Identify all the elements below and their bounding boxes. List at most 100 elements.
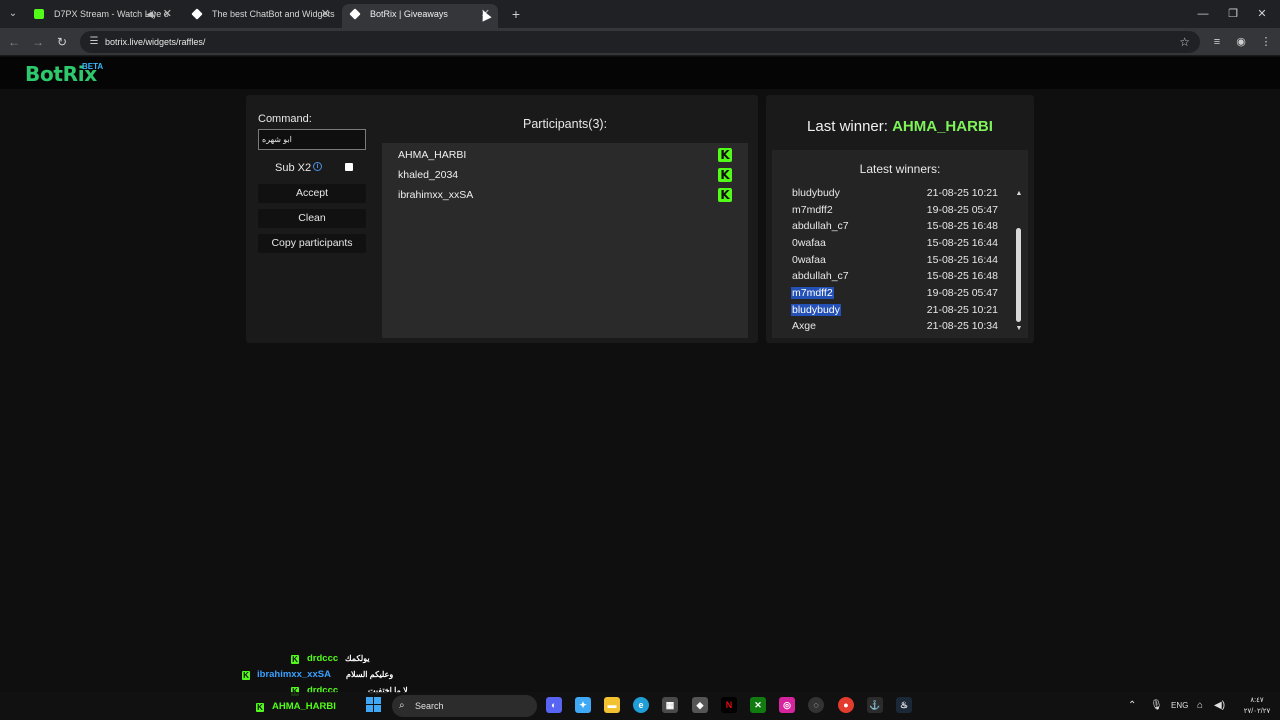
language-indicator[interactable]: ENG [1171, 692, 1188, 720]
kick-icon [34, 9, 44, 19]
speaker-icon[interactable]: ◀) [146, 4, 156, 24]
forward-icon[interactable]: → [28, 32, 48, 52]
minimize-button[interactable]: — [1193, 4, 1213, 24]
windows-start-icon[interactable] [366, 697, 382, 713]
winner-name: abdullah_c7 [792, 270, 849, 282]
participant-row[interactable]: AHMA_HARBI K [398, 145, 738, 165]
accept-button[interactable]: Accept [258, 184, 366, 203]
participants-title: Participants(3): [523, 117, 608, 131]
winner-row: abdullah_c7 15-08-25 16:48 [791, 218, 1001, 234]
kick-icon: K [256, 703, 264, 712]
netflix-icon[interactable]: N [721, 697, 737, 713]
reload-icon[interactable]: ↻ [52, 32, 72, 52]
winner-date: 15-08-25 16:44 [926, 254, 998, 266]
tab-search-icon[interactable]: ⌄ [4, 5, 22, 23]
tab-d7px-stream[interactable]: D7PX Stream - Watch Live o ◀) ✕ [26, 4, 180, 28]
site-header: BotRix BETA [0, 57, 1280, 89]
store-icon[interactable]: ▦ [662, 697, 678, 713]
window-close-button[interactable]: ✕ [1252, 4, 1272, 24]
close-icon[interactable]: ✕ [163, 4, 172, 24]
scrollbar-thumb[interactable] [1016, 228, 1021, 322]
taskbar-clock[interactable]: ٨:٤٧ ٢٧/٠٢/٢٧ [1236, 695, 1278, 717]
command-label: Command: [258, 113, 312, 125]
chat-message: K drdccc يولكمك [291, 653, 381, 667]
participant-name: khaled_2034 [398, 169, 459, 181]
search-label: Search [415, 701, 444, 711]
taskbar-search[interactable]: ⌕ Search [392, 695, 537, 717]
latest-winners-list[interactable]: Latest winners: bludybudy 21-08-25 10:21… [772, 150, 1028, 338]
new-tab-button[interactable]: + [506, 4, 526, 24]
command-input[interactable]: ابو شهره [258, 129, 366, 150]
tray-chevron-icon[interactable]: ⌃ [1128, 692, 1136, 720]
winner-date: 21-08-25 10:34 [926, 320, 998, 332]
chat-message: K AHMA_HARBI [256, 701, 366, 715]
xbox-icon[interactable]: ✕ [750, 697, 766, 713]
chat-username: ibrahimxx_xxSA [257, 669, 331, 680]
sub-x2-label: Sub X2 [275, 162, 312, 174]
botrix-icon [191, 8, 203, 20]
microphone-icon[interactable]: 🎙 [1150, 692, 1163, 720]
winner-row: m7mdff2 19-08-25 05:47 [791, 285, 1001, 301]
url-text[interactable]: botrix.live/widgets/raffles/ [105, 31, 205, 53]
menu-icon[interactable]: ⋮ [1256, 32, 1276, 52]
winner-row: bludybudy 21-08-25 10:21 [791, 302, 1001, 318]
site-info-icon[interactable]: ☰ [88, 36, 100, 48]
back-icon[interactable]: ← [4, 32, 24, 52]
last-winner-name: AHMA_HARBI [892, 118, 993, 135]
winner-date: 15-08-25 16:48 [926, 220, 998, 232]
beta-badge: BETA [82, 62, 104, 71]
chat-text: يولكمك [345, 654, 370, 663]
sub-x2-checkbox[interactable] [345, 163, 353, 171]
chrome-icon[interactable]: ● [838, 697, 854, 713]
steam-icon[interactable]: ♨ [896, 697, 912, 713]
instagram-icon[interactable]: ◎ [779, 697, 795, 713]
network-icon[interactable]: ⌂ [1197, 692, 1203, 720]
winner-row: bludybudy 21-08-25 10:21 [791, 185, 1001, 201]
app-icon[interactable]: ⚓ [867, 697, 883, 713]
bookmark-star-icon[interactable]: ☆ [1179, 31, 1190, 53]
botrix-icon [349, 8, 361, 20]
tab-title: BotRix | Giveaways [370, 9, 448, 19]
browser-tabstrip: ⌄ D7PX Stream - Watch Live o ◀) ✕ The be… [0, 0, 1280, 28]
app-icon[interactable]: ◆ [692, 697, 708, 713]
scroll-up-arrow[interactable]: ▲ [1014, 189, 1024, 199]
latest-winners-title: Latest winners: [859, 162, 941, 176]
kick-icon: K [242, 671, 250, 680]
close-icon[interactable]: ✕ [321, 4, 330, 24]
search-icon: ⌕ [399, 700, 405, 711]
profile-icon[interactable]: ◉ [1231, 32, 1251, 52]
address-bar[interactable]: ☰ botrix.live/widgets/raffles/ ☆ [80, 31, 1200, 53]
winner-name: abdullah_c7 [792, 220, 849, 232]
copilot-icon[interactable]: ✦ [575, 697, 591, 713]
chat-username: drdccc [307, 653, 339, 664]
winner-date: 19-08-25 05:47 [926, 287, 998, 299]
participant-name: AHMA_HARBI [398, 149, 467, 161]
app-icon[interactable]: ◌ [808, 697, 824, 713]
discord-icon[interactable]: ◐ [546, 697, 562, 713]
winner-date: 19-08-25 05:47 [926, 204, 998, 216]
tab-botrix-chatbot[interactable]: The best ChatBot and Widgets ✕ [184, 4, 338, 28]
windows-taskbar: ⌕ Search ◐ ✦ ▬ e ▦ ◆ N ✕ ◎ ◌ ● ⚓ ♨ ⌃ 🎙 E… [0, 692, 1280, 720]
winner-date: 21-08-25 10:21 [926, 187, 998, 199]
restore-button[interactable]: ❐ [1223, 4, 1243, 24]
tab-botrix-giveaways[interactable]: BotRix | Giveaways ✕ [342, 4, 498, 28]
chat-message: K ibrahimxx_xxSA وعليكم السلام [242, 669, 402, 683]
volume-icon[interactable]: ◀) [1214, 692, 1225, 720]
clock-date: ٢٧/٠٢/٢٧ [1243, 708, 1271, 715]
clean-button[interactable]: Clean [258, 209, 366, 228]
winner-name: m7mdff2 [792, 204, 833, 216]
info-icon[interactable]: i [313, 162, 322, 171]
winner-name: 0wafaa [792, 237, 826, 249]
media-controls-icon[interactable]: ≡ [1207, 32, 1227, 52]
file-explorer-icon[interactable]: ▬ [604, 697, 620, 713]
participant-row[interactable]: khaled_2034 K [398, 165, 738, 185]
scroll-down-arrow[interactable]: ▼ [1014, 324, 1024, 334]
edge-icon[interactable]: e [633, 697, 649, 713]
copy-participants-button[interactable]: Copy participants [258, 234, 366, 253]
participant-row[interactable]: ibrahimxx_xxSA K [398, 185, 738, 205]
winner-row: abdullah_c7 15-08-25 16:48 [791, 268, 1001, 284]
winner-date: 15-08-25 16:44 [926, 237, 998, 249]
kick-icon: K [718, 168, 732, 182]
participants-list: AHMA_HARBI K khaled_2034 K ibrahimxx_xxS… [382, 143, 748, 338]
winner-date: 15-08-25 16:48 [926, 270, 998, 282]
